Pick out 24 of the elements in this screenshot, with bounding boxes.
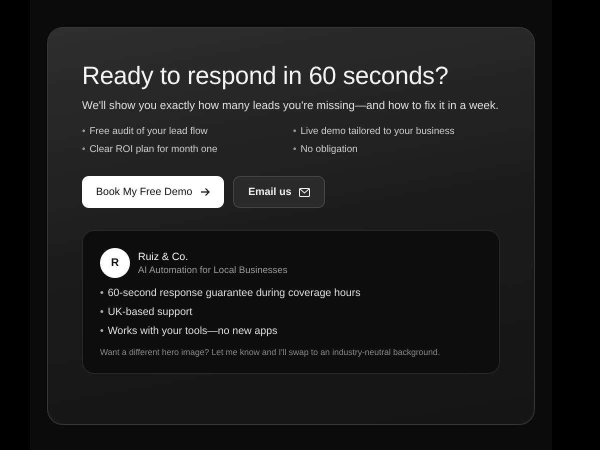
bullet-mark: • xyxy=(293,126,296,137)
feature-text: UK-based support xyxy=(108,306,192,318)
note-text: Want a different hero image? Let me know and I'll swap to an industry-neutral background. xyxy=(100,347,441,357)
arrow-icon xyxy=(200,187,210,197)
avatar: R xyxy=(100,248,130,278)
company-tagline: AI Automation for Local Businesses xyxy=(138,264,288,276)
feature-text: 60-second response guarantee during coverage hours xyxy=(108,287,360,299)
bullet-mark: • xyxy=(100,306,104,318)
bullet-mark: • xyxy=(293,144,296,155)
company-name: Ruiz & Co. xyxy=(138,250,190,262)
bullet-mark: • xyxy=(82,144,86,155)
email-button[interactable]: Email us xyxy=(233,176,326,208)
demo-button[interactable]: Book My Free Demo xyxy=(82,176,224,208)
benefit-text: Free audit of your lead flow xyxy=(89,126,208,137)
heading: Ready to respond in 60 seconds? xyxy=(82,62,450,91)
bullet-mark: • xyxy=(100,325,104,337)
bullet-mark: • xyxy=(82,126,86,137)
benefit-text: Live demo tailored to your business xyxy=(300,126,455,137)
mail-icon xyxy=(299,188,310,196)
subheading: We'll show you exactly how many leads you're missing—and how to fix it in a week. xyxy=(82,100,500,112)
feature-text: Works with your tools—no new apps xyxy=(108,325,278,337)
benefit-text: Clear ROI plan for month one xyxy=(89,144,218,155)
benefit-text: No obligation xyxy=(300,144,358,155)
bullet-mark: • xyxy=(100,287,104,299)
